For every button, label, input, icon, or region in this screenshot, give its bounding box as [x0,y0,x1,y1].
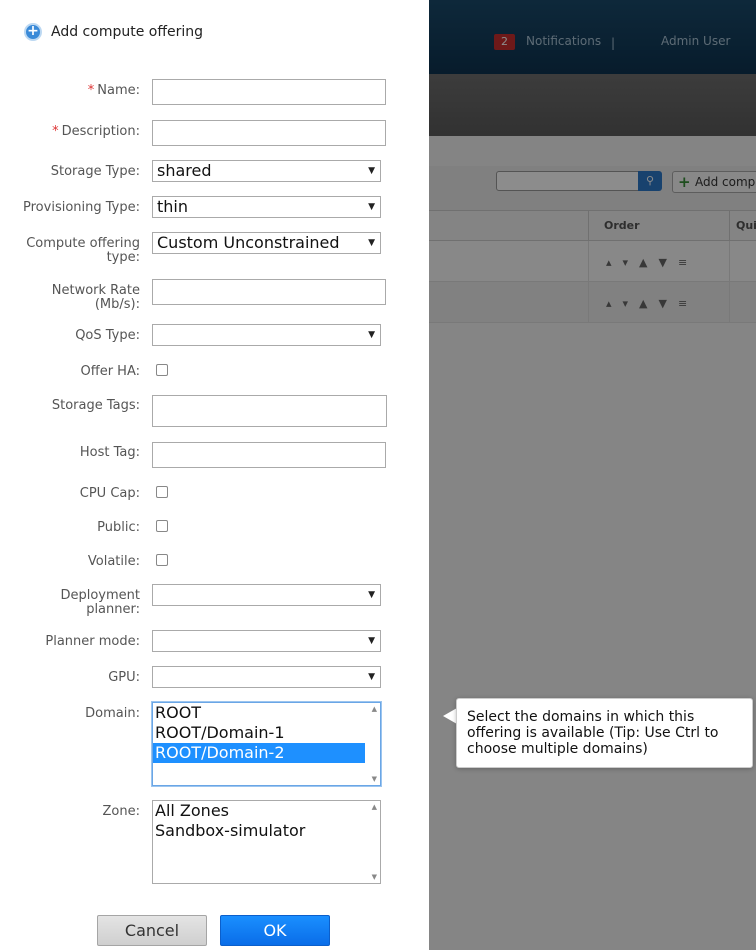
storage-tags-label: Storage Tags: [51,398,140,413]
qos-type-label: QoS Type: [75,328,140,343]
name-label: * Name: [88,84,140,98]
volatile-checkbox[interactable] [156,554,168,566]
dropdown-arrow-icon: ▼ [368,330,375,340]
add-compute-offering-dialog: + Add compute offering * Name: * Descripti… [0,0,429,950]
host-tag-input[interactable] [152,442,386,468]
domain-option-domain-2[interactable]: ROOT/Domain-2 [153,743,365,763]
provisioning-type-value: thin [157,197,188,216]
description-input[interactable] [152,120,386,146]
deployment-planner-label-line1: Deployment [60,588,140,603]
compute-offering-type-select[interactable]: Custom Unconstrained ▼ [152,232,381,254]
name-input[interactable] [152,79,386,105]
dialog-title: + Add compute offering [24,22,203,42]
name-label-text: Name: [97,83,140,98]
offer-ha-checkbox[interactable] [156,364,168,376]
domain-listbox[interactable]: ROOT ROOT/Domain-1 ROOT/Domain-2 ▲ ▼ [152,702,381,786]
network-rate-label: Network Rate (Mb/s): [52,284,140,312]
host-tag-label: Host Tag: [79,445,140,460]
gpu-label: GPU: [108,670,140,685]
zone-option-sandbox-simulator[interactable]: Sandbox-simulator [153,821,365,841]
zone-listbox[interactable]: All Zones Sandbox-simulator ▲ ▼ [152,800,381,884]
required-marker: * [87,83,95,98]
dialog-title-text: Add compute offering [51,24,203,40]
planner-mode-select[interactable]: ▼ [152,630,381,652]
cancel-button[interactable]: Cancel [97,915,207,946]
provisioning-type-select[interactable]: thin ▼ [152,196,381,218]
compute-offering-type-label: Compute offering type: [26,237,140,265]
dropdown-arrow-icon: ▼ [368,672,375,682]
domain-label: Domain: [85,706,140,721]
storage-type-label: Storage Type: [50,164,140,179]
zone-label: Zone: [102,804,140,819]
provisioning-type-label: Provisioning Type: [23,200,140,215]
storage-tags-input[interactable] [152,395,387,427]
compute-offering-type-label-line2: type: [106,250,140,265]
zone-listbox-scrollbar[interactable]: ▲ ▼ [366,801,380,883]
dropdown-arrow-icon: ▼ [368,202,375,212]
deployment-planner-label-line2: planner: [86,602,140,617]
offer-ha-label: Offer HA: [80,364,140,379]
ok-button[interactable]: OK [220,915,330,946]
cpu-cap-checkbox[interactable] [156,486,168,498]
cpu-cap-label: CPU Cap: [79,486,140,501]
network-rate-label-line1: Network Rate [51,283,140,298]
network-rate-input[interactable] [152,279,386,305]
description-label-text: Description: [61,124,140,139]
dropdown-arrow-icon: ▼ [368,166,375,176]
volatile-label: Volatile: [87,554,140,569]
deployment-planner-label: Deployment planner: [60,589,140,617]
network-rate-label-line2: (Mb/s): [94,297,140,312]
public-label: Public: [97,520,140,535]
dropdown-arrow-icon: ▼ [368,238,375,248]
scroll-up-icon[interactable]: ▲ [372,705,377,713]
domain-option-root[interactable]: ROOT [153,703,365,723]
storage-type-value: shared [157,161,212,180]
storage-type-select[interactable]: shared ▼ [152,160,381,182]
scroll-down-icon[interactable]: ▼ [372,873,377,881]
domain-listbox-scrollbar[interactable]: ▲ ▼ [366,703,380,785]
gpu-select[interactable]: ▼ [152,666,381,688]
public-checkbox[interactable] [156,520,168,532]
domain-option-domain-1[interactable]: ROOT/Domain-1 [153,723,365,743]
compute-offering-type-label-line1: Compute offering [26,236,140,251]
compute-offering-type-value: Custom Unconstrained [157,233,340,252]
add-circle-icon: + [24,23,42,41]
dropdown-arrow-icon: ▼ [368,590,375,600]
deployment-planner-select[interactable]: ▼ [152,584,381,606]
dropdown-arrow-icon: ▼ [368,636,375,646]
scroll-down-icon[interactable]: ▼ [372,775,377,783]
required-marker: * [52,124,59,139]
qos-type-select[interactable]: ▼ [152,324,381,346]
domain-help-tooltip: Select the domains in which this offerin… [456,698,753,768]
zone-option-all-zones[interactable]: All Zones [153,801,365,821]
tooltip-arrow [443,708,457,724]
description-label: * Description: [52,125,140,139]
scroll-up-icon[interactable]: ▲ [372,803,377,811]
planner-mode-label: Planner mode: [45,634,140,649]
